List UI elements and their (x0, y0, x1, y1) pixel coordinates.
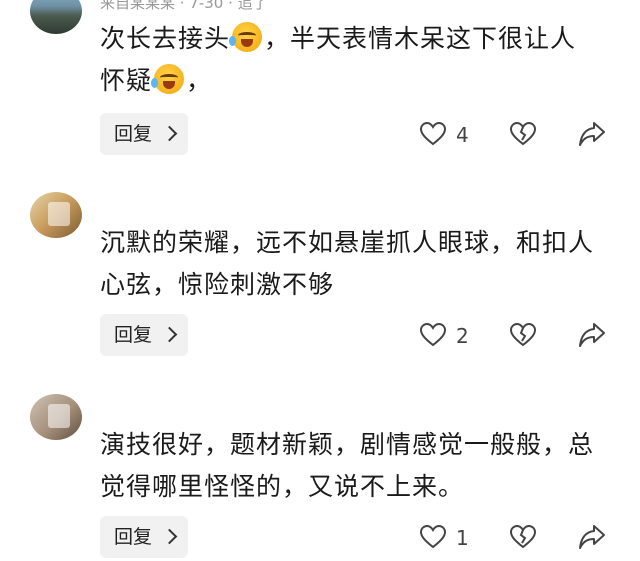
chevron-right-icon (161, 125, 178, 142)
dislike-button[interactable] (510, 525, 536, 549)
comment-text: 沉默的荣耀，远不如悬崖抓人眼球，和扣人心弦，惊险刺激不够 (100, 228, 595, 299)
reply-label: 回复 (114, 526, 153, 548)
like-button[interactable] (420, 323, 446, 347)
avatar[interactable] (30, 0, 82, 34)
heart-icon (420, 122, 446, 146)
reply-button[interactable]: 回复 (100, 314, 188, 356)
broken-heart-icon (510, 122, 536, 146)
share-icon (579, 122, 605, 146)
like-count: 2 (456, 324, 469, 348)
comment-2: 沉默的荣耀，远不如悬崖抓人眼球，和扣人心弦，惊险刺激不够 回复 2 (0, 190, 640, 360)
comment-text: 演技很好，题材新颖，剧情感觉一般般，总觉得哪里怪怪的，又说不上来。 (100, 430, 595, 501)
chevron-right-icon (161, 528, 178, 545)
comment-meta: 来自某某某 · 7-30 · 追了 (100, 0, 268, 12)
comment-text-part: ， (186, 66, 213, 95)
like-button[interactable] (420, 525, 446, 549)
dislike-button[interactable] (510, 122, 536, 146)
reply-label: 回复 (114, 324, 153, 346)
comment-1: 来自某某某 · 7-30 · 追了 次长去接头 ，半天表情木呆这下很让人怀疑， 回… (0, 0, 640, 170)
comment-3: 演技很好，题材新颖，剧情感觉一般般，总觉得哪里怪怪的，又说不上来。 回复 1 (0, 392, 640, 561)
comment-text-part: 次长去接头 (100, 24, 231, 53)
chevron-right-icon (161, 326, 178, 343)
reply-label: 回复 (114, 123, 153, 145)
like-count: 1 (456, 526, 469, 550)
share-button[interactable] (578, 322, 606, 348)
reply-button[interactable]: 回复 (100, 113, 188, 155)
broken-heart-icon (510, 323, 536, 347)
share-icon (579, 525, 605, 549)
crying-laughing-emoji-icon (151, 64, 185, 94)
comment-text: 次长去接头 ，半天表情木呆这下很让人怀疑， (100, 18, 600, 102)
dislike-button[interactable] (510, 323, 536, 347)
like-count: 4 (456, 123, 469, 147)
reply-button[interactable]: 回复 (100, 516, 188, 558)
share-icon (579, 323, 605, 347)
avatar[interactable] (30, 192, 82, 238)
crying-laughing-emoji-icon (229, 22, 263, 52)
heart-icon (420, 525, 446, 549)
share-button[interactable] (578, 524, 606, 550)
share-button[interactable] (578, 121, 606, 147)
like-button[interactable] (420, 122, 446, 146)
broken-heart-icon (510, 525, 536, 549)
avatar[interactable] (30, 394, 82, 440)
heart-icon (420, 323, 446, 347)
